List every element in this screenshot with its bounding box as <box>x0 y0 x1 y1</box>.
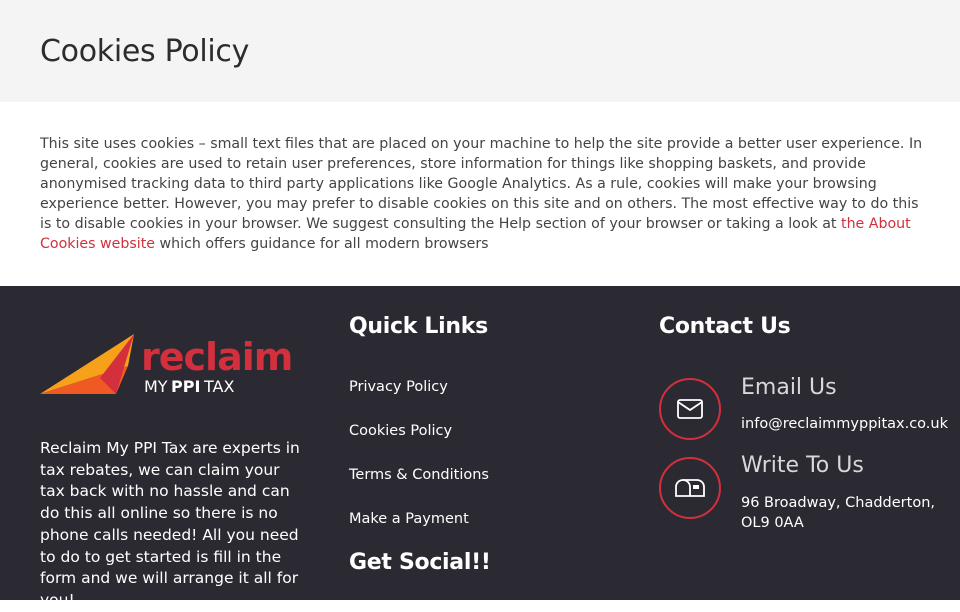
get-social-heading: Get Social!! <box>349 550 491 575</box>
address-icon-circle <box>659 457 721 519</box>
address-line-1: 96 Broadway, Chadderton, <box>741 495 936 511</box>
footer-link-make-a-payment[interactable]: Make a Payment <box>349 511 469 527</box>
reclaim-logo[interactable]: reclaim MY PPI TAX <box>40 334 305 398</box>
write-to-us-title: Write To Us <box>741 453 864 478</box>
mailbox-icon <box>675 479 705 497</box>
contact-us-heading: Contact Us <box>659 314 791 339</box>
footer-link-terms-conditions[interactable]: Terms & Conditions <box>349 467 489 483</box>
footer-link-cookies-policy[interactable]: Cookies Policy <box>349 423 452 439</box>
envelope-icon <box>677 399 703 419</box>
cookies-policy-text: This site uses cookies – small text file… <box>40 134 925 254</box>
logo-word: reclaim <box>141 335 292 379</box>
logo-sub-my: MY <box>144 377 168 396</box>
site-footer: reclaim MY PPI TAX Reclaim My PPI Tax ar… <box>0 286 960 609</box>
about-text: Reclaim My PPI Tax are experts in tax re… <box>40 439 300 609</box>
quick-links-heading: Quick Links <box>349 314 488 339</box>
page-title: Cookies Policy <box>40 34 250 69</box>
address-line-2: OL9 0AA <box>741 515 804 531</box>
logo-sub-ppi: PPI <box>171 377 200 396</box>
postal-address: 96 Broadway, Chadderton, OL9 0AA <box>741 493 951 533</box>
email-us-title: Email Us <box>741 375 837 400</box>
body-text-before-link: This site uses cookies – small text file… <box>40 136 923 232</box>
email-address-link[interactable]: info@reclaimmyppitax.co.uk <box>741 414 951 434</box>
email-icon-circle <box>659 378 721 440</box>
body-text-after-link: which offers guidance for all modern bro… <box>155 236 489 252</box>
page-title-bar: Cookies Policy <box>0 0 960 102</box>
footer-link-privacy-policy[interactable]: Privacy Policy <box>349 379 448 395</box>
logo-sub-tax: TAX <box>203 377 234 396</box>
